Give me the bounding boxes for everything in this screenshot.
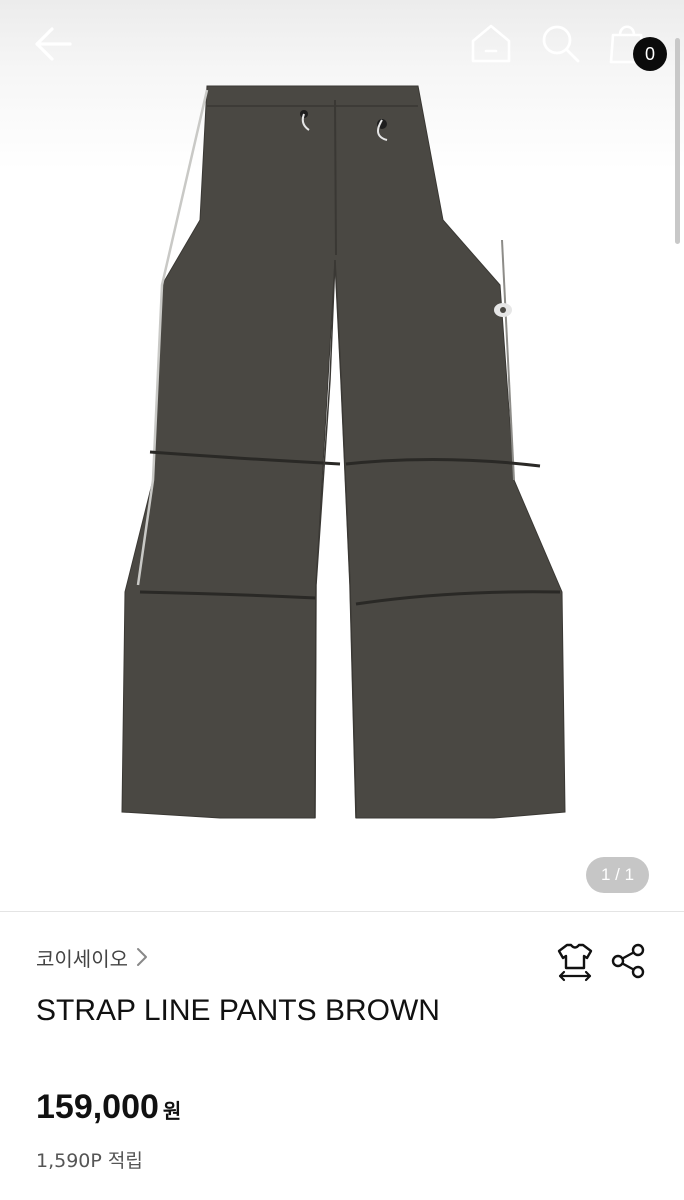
reward-points: 1,590P 적립	[36, 1150, 143, 1172]
search-icon[interactable]	[537, 20, 583, 66]
home-icon[interactable]	[468, 20, 514, 66]
chevron-right-icon	[137, 948, 147, 966]
product-image	[121, 85, 566, 819]
divider	[0, 911, 684, 912]
price-currency: 원	[162, 1099, 182, 1123]
back-arrow-icon[interactable]	[30, 24, 76, 64]
top-navigation-bar: 0	[0, 0, 684, 90]
brand-link[interactable]: 코이세이오	[36, 943, 148, 971]
brand-name: 코이세이오	[36, 946, 128, 971]
price-value: 159,000	[36, 1088, 159, 1126]
price: 159,000 원	[36, 1088, 181, 1127]
cart-count-badge[interactable]: 0	[633, 37, 667, 71]
image-pager: 1 / 1	[586, 857, 649, 893]
share-icon[interactable]	[608, 940, 648, 982]
product-title: STRAP LINE PANTS BROWN	[36, 994, 440, 1027]
product-gallery[interactable]: 1 / 1	[0, 0, 684, 912]
size-guide-icon[interactable]	[555, 940, 595, 982]
